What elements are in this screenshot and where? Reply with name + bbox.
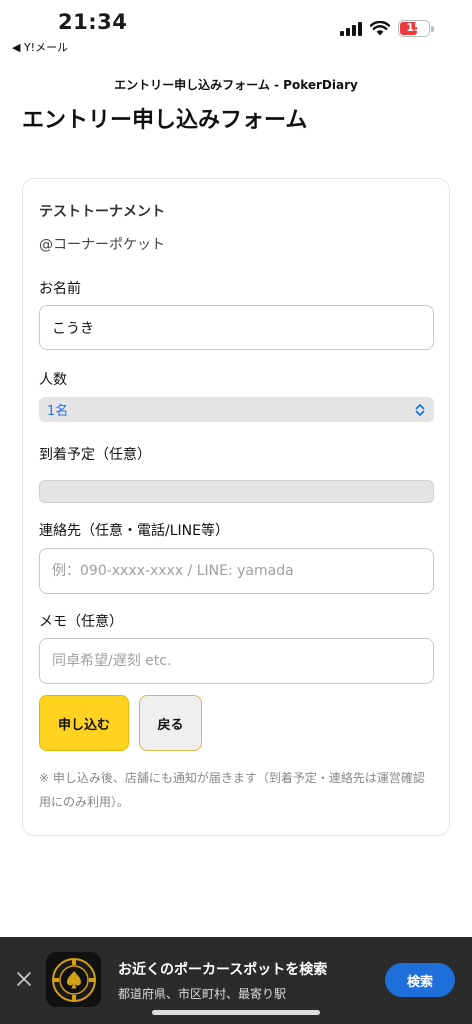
arrival-label: 到着予定（任意） <box>39 447 151 463</box>
people-label: 人数 <box>39 372 67 388</box>
people-select[interactable]: 1名 <box>39 397 434 422</box>
name-label: お名前 <box>39 281 81 297</box>
submit-button[interactable]: 申し込む <box>39 695 129 751</box>
battery-level: 15 <box>406 21 422 34</box>
people-select-value: 1名 <box>47 404 69 419</box>
entry-form-card: テストトーナメント @コーナーポケット お名前 人数 1名 到着予定（任意） 連… <box>22 178 450 836</box>
wifi-icon <box>370 21 390 36</box>
battery-icon: 15 <box>398 20 434 37</box>
close-icon[interactable] <box>16 971 32 987</box>
arrival-time-input[interactable] <box>39 480 434 503</box>
back-button[interactable]: 戻る <box>139 695 202 751</box>
spade-chip-icon <box>51 957 96 1002</box>
back-to-app-link[interactable]: ◀ Y!メール <box>12 39 68 55</box>
status-time: 21:34 <box>58 10 128 34</box>
name-input[interactable] <box>39 305 434 350</box>
banner-title: お近くのポーカースポットを検索 <box>118 962 328 978</box>
page-heading: エントリー申し込みフォーム <box>22 108 308 133</box>
home-indicator[interactable] <box>152 1010 320 1015</box>
cellular-signal-icon <box>340 21 362 36</box>
memo-input[interactable] <box>39 638 434 684</box>
form-note: ※ 申し込み後、店舗にも通知が届きます（到着予定・連絡先は運営確認用にのみ利用）… <box>39 771 425 809</box>
banner-subtitle: 都道府県、市区町村、最寄り駅 <box>118 987 287 1001</box>
memo-label: メモ（任意） <box>39 614 123 630</box>
chevron-up-down-icon <box>415 403 425 416</box>
banner-search-button[interactable]: 検索 <box>385 963 455 997</box>
poker-chip-logo <box>46 952 101 1007</box>
tournament-name: テストトーナメント <box>39 204 165 220</box>
contact-input[interactable] <box>39 548 434 594</box>
status-icons: 15 <box>340 20 434 37</box>
browser-page-title: エントリー申し込みフォーム - PokerDiary <box>114 78 358 92</box>
contact-label: 連絡先（任意・電話/LINE等） <box>39 523 229 539</box>
venue-name: @コーナーポケット <box>39 237 165 253</box>
status-bar: 21:34 ◀ Y!メール 15 <box>0 0 472 70</box>
